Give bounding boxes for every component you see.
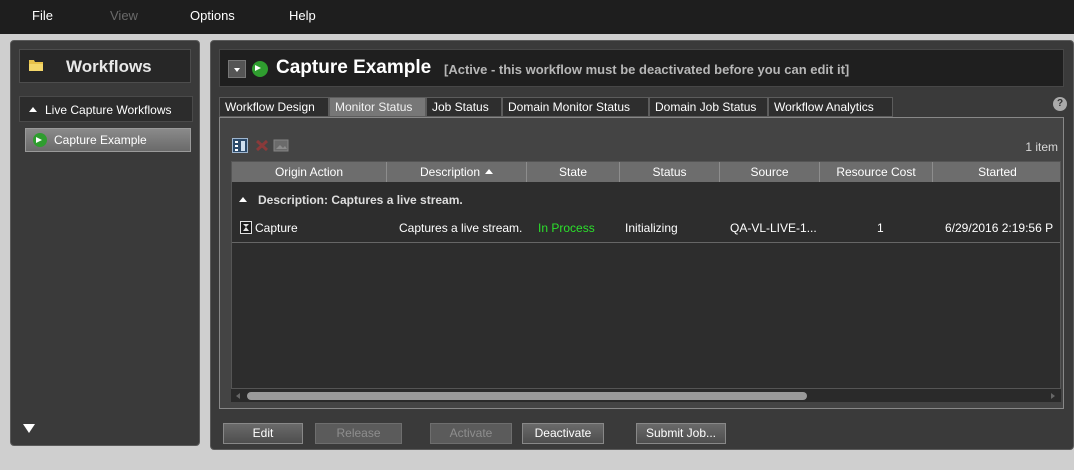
grid-header: Origin Action Description State Status S…: [232, 162, 1060, 182]
horizontal-scrollbar[interactable]: [231, 388, 1061, 402]
cell-status: Initializing: [625, 221, 678, 235]
tab-workflow-analytics[interactable]: Workflow Analytics: [768, 97, 893, 117]
scroll-right-icon[interactable]: [1051, 393, 1055, 399]
sort-ascending-icon: [485, 169, 494, 174]
column-header-source[interactable]: Source: [720, 162, 820, 182]
column-header-resource-cost[interactable]: Resource Cost: [820, 162, 933, 182]
collapse-group-icon[interactable]: [239, 197, 247, 202]
filter-icon[interactable]: [23, 424, 35, 433]
column-header-origin-action[interactable]: Origin Action: [232, 162, 387, 182]
cancel-icon[interactable]: [254, 138, 270, 153]
active-workflow-icon: [33, 133, 47, 147]
cell-origin-action: Capture: [255, 221, 298, 235]
menu-view[interactable]: View: [110, 8, 138, 23]
workflows-header: Workflows: [19, 49, 191, 83]
item-count: 1 item: [1025, 140, 1058, 154]
workflows-title: Workflows: [66, 57, 152, 76]
release-button[interactable]: Release: [315, 423, 402, 444]
submit-job-button[interactable]: Submit Job...: [636, 423, 726, 444]
column-header-status[interactable]: Status: [620, 162, 720, 182]
column-header-started[interactable]: Started: [933, 162, 1060, 182]
menu-bar: File View Options Help: [0, 0, 1074, 34]
menu-help[interactable]: Help: [289, 8, 316, 23]
cell-resource-cost: 1: [877, 221, 884, 235]
menu-options[interactable]: Options: [190, 8, 235, 23]
menu-file[interactable]: File: [32, 8, 53, 23]
sidebar-item-label: Capture Example: [54, 133, 147, 147]
workflow-status-note: [Active - this workflow must be deactiva…: [444, 62, 850, 77]
help-icon[interactable]: ?: [1053, 97, 1067, 111]
activate-button[interactable]: Activate: [430, 423, 512, 444]
sidebar-item-capture-example[interactable]: Capture Example: [25, 128, 191, 152]
workflow-dropdown-button[interactable]: [228, 60, 246, 78]
column-header-description[interactable]: Description: [387, 162, 527, 182]
capture-action-icon: [240, 221, 252, 234]
group-row-description[interactable]: Description: Captures a live stream.: [232, 190, 1060, 212]
cell-source: QA-VL-LIVE-1...: [730, 221, 817, 235]
image-icon[interactable]: [273, 138, 289, 153]
edit-button[interactable]: Edit: [223, 423, 303, 444]
workflow-detail-panel: Capture Example [Active - this workflow …: [210, 40, 1074, 450]
monitor-status-grid: Origin Action Description State Status S…: [231, 161, 1061, 393]
active-status-icon: [252, 61, 268, 77]
workflows-panel: Workflows Live Capture Workflows Capture…: [10, 40, 200, 446]
workflow-title-bar: Capture Example [Active - this workflow …: [219, 49, 1064, 87]
row-divider: [232, 242, 1060, 243]
grid-toolbar: 1 item: [232, 136, 1058, 156]
cell-state: In Process: [538, 221, 595, 235]
page-title: Capture Example: [276, 57, 432, 78]
group-label: Live Capture Workflows: [45, 103, 172, 117]
workflow-group-live-capture[interactable]: Live Capture Workflows: [19, 96, 193, 122]
deactivate-button[interactable]: Deactivate: [522, 423, 604, 444]
column-header-label: Description: [419, 165, 481, 179]
column-chooser-icon[interactable]: [232, 138, 248, 153]
tab-workflow-design[interactable]: Workflow Design: [219, 97, 329, 117]
collapse-icon[interactable]: [29, 107, 37, 112]
tab-job-status[interactable]: Job Status: [426, 97, 502, 117]
scroll-left-icon[interactable]: [236, 393, 240, 399]
table-row[interactable]: Capture Captures a live stream. In Proce…: [232, 217, 1060, 239]
folder-icon: [29, 60, 43, 71]
column-header-state[interactable]: State: [527, 162, 620, 182]
group-row-label: Description: Captures a live stream.: [258, 193, 463, 207]
monitor-status-content: 1 item Origin Action Description State S…: [219, 117, 1064, 409]
cell-started: 6/29/2016 2:19:56 P: [945, 221, 1054, 235]
tab-domain-monitor-status[interactable]: Domain Monitor Status: [502, 97, 649, 117]
scroll-thumb[interactable]: [247, 392, 807, 400]
cell-description: Captures a live stream.: [399, 221, 523, 235]
tab-domain-job-status[interactable]: Domain Job Status: [649, 97, 768, 117]
tab-monitor-status[interactable]: Monitor Status: [329, 97, 426, 117]
